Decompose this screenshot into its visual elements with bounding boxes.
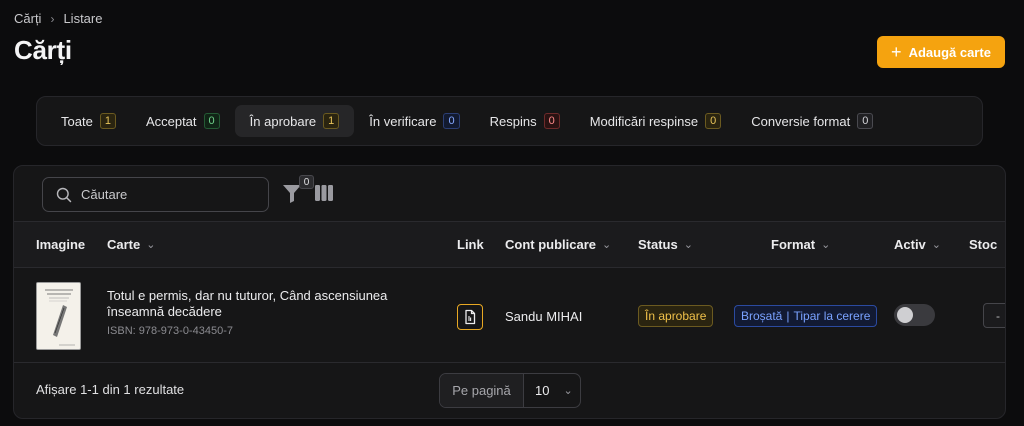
search-input[interactable] [81,187,251,202]
chevron-down-icon: ⌄ [602,239,612,251]
add-book-label: Adaugă carte [908,44,991,60]
add-book-button[interactable]: + Adaugă carte [877,36,1005,68]
document-link-icon [465,309,476,325]
publishing-account: Sandu MIHAI [505,309,583,324]
format-mode: Tipar la cerere [793,309,871,323]
col-account[interactable]: Cont publicare ⌄ [505,222,611,267]
book-cover-art [37,283,80,349]
tab-modificari-respinse[interactable]: Modificări respinse 0 [575,105,737,137]
page-title: Cărți [14,35,72,65]
chevron-down-icon: ⌄ [683,239,693,251]
tab-count-badge: 0 [543,113,560,129]
chevron-down-icon: ⌄ [146,239,156,251]
tab-label: Modificări respinse [589,113,699,129]
table-header: Imagine Carte ⌄ Link Cont publicare ⌄ Stat… [14,221,1005,268]
per-page-select[interactable]: Pe pagină 10 ⌄ [439,373,581,408]
book-title[interactable]: Totul e permis, dar nu tuturor, Când asc… [107,288,427,320]
book-isbn: ISBN: 978-973-0-43450-7 [107,325,233,337]
format-separator: | [786,309,790,323]
plus-icon: + [891,42,902,62]
tab-in-verificare[interactable]: În verificare 0 [354,105,474,137]
tab-count-badge: 0 [857,113,874,129]
search-icon [56,187,72,202]
col-status[interactable]: Status ⌄ [638,222,693,267]
tab-count-badge: 1 [323,113,340,129]
stock-button[interactable]: - [983,303,1005,328]
tab-label: Toate [61,113,93,129]
format-badge: Broșată | Tipar la cerere [734,305,878,327]
open-link-button[interactable] [457,304,483,330]
breadcrumb-current: Listare [63,11,103,26]
tab-label: În verificare [369,113,437,129]
per-page-number: 10 [535,383,550,398]
toggle-knob [897,307,913,323]
columns-icon[interactable] [315,185,333,201]
col-link: Link [457,237,484,252]
format-type: Broșată [741,309,783,323]
status-badge: În aprobare [638,305,714,327]
chevron-down-icon: ⌄ [563,385,573,397]
search-box [42,177,269,212]
filter-count-badge: 0 [299,175,314,189]
tab-count-badge: 0 [203,113,220,129]
results-summary: Afișare 1-1 din 1 rezultate [36,382,185,397]
table-row: Totul e permis, dar nu tuturor, Când asc… [14,268,1005,363]
breadcrumb: Cărți › Listare [14,11,102,26]
chevron-down-icon: ⌄ [821,239,831,251]
book-cover-image[interactable] [36,282,81,350]
tab-count-badge: 0 [705,113,722,129]
col-stock: Stoc [969,237,998,252]
col-image: Imagine [36,237,86,252]
books-table-panel: 0 Imagine Carte⌄ Link Cont publicare⌄ St… [13,165,1006,419]
tab-toate[interactable]: Toate 1 [46,105,131,137]
tab-count-badge: 0 [443,113,460,129]
tab-label: Respins [489,113,537,129]
tab-label: Acceptat [145,113,197,129]
tab-acceptat[interactable]: Acceptat 0 [131,105,235,137]
tab-respins[interactable]: Respins 0 [475,105,575,137]
tab-count-badge: 1 [99,113,116,129]
tab-label: În aprobare [249,113,317,129]
chevron-down-icon: ⌄ [931,239,942,251]
tab-conversie-format[interactable]: Conversie format 0 [736,105,888,137]
tab-label: Conversie format [751,113,851,129]
active-toggle[interactable] [894,304,935,326]
status-tabs: Toate 1 Acceptat 0 În aprobare 1 În veri… [36,96,983,146]
col-book[interactable]: Carte ⌄ [107,222,155,267]
tab-in-aprobare[interactable]: În aprobare 1 [234,105,355,137]
chevron-right-icon: › [50,11,55,26]
per-page-value[interactable]: 10 ⌄ [524,374,580,407]
col-format[interactable]: Format ⌄ [771,222,830,267]
breadcrumb-root-link[interactable]: Cărți [14,11,41,26]
col-active[interactable]: Activ ⌄ [894,222,941,267]
per-page-label: Pe pagină [440,374,524,407]
